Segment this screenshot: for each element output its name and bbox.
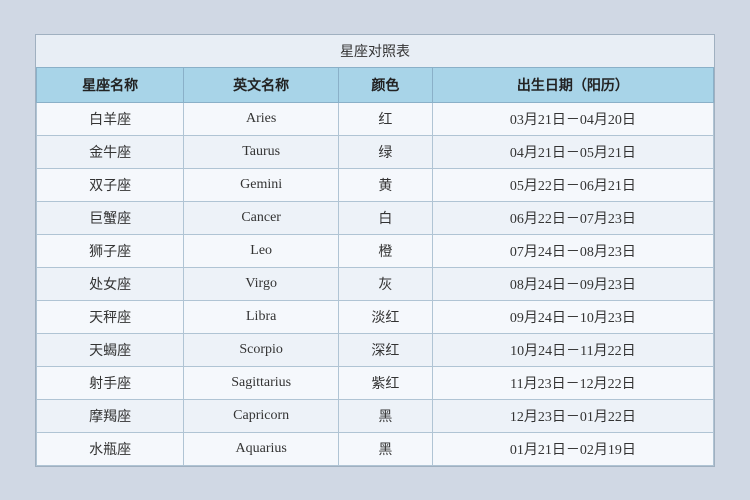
table-row: 双子座Gemini黄05月22日－06月21日 <box>37 168 714 201</box>
header-dates: 出生日期（阳历） <box>432 67 713 102</box>
cell-color: 绿 <box>339 135 433 168</box>
cell-dates: 01月21日－02月19日 <box>432 432 713 465</box>
cell-chinese: 金牛座 <box>37 135 184 168</box>
header-english: 英文名称 <box>184 67 339 102</box>
table-row: 金牛座Taurus绿04月21日－05月21日 <box>37 135 714 168</box>
cell-dates: 11月23日－12月22日 <box>432 366 713 399</box>
cell-color: 黑 <box>339 399 433 432</box>
table-row: 摩羯座Capricorn黑12月23日－01月22日 <box>37 399 714 432</box>
cell-dates: 08月24日－09月23日 <box>432 267 713 300</box>
cell-chinese: 处女座 <box>37 267 184 300</box>
table-row: 白羊座Aries红03月21日－04月20日 <box>37 102 714 135</box>
cell-color: 白 <box>339 201 433 234</box>
cell-english: Virgo <box>184 267 339 300</box>
cell-english: Taurus <box>184 135 339 168</box>
table-row: 处女座Virgo灰08月24日－09月23日 <box>37 267 714 300</box>
cell-dates: 09月24日－10月23日 <box>432 300 713 333</box>
cell-color: 淡红 <box>339 300 433 333</box>
cell-chinese: 巨蟹座 <box>37 201 184 234</box>
cell-chinese: 摩羯座 <box>37 399 184 432</box>
cell-chinese: 天秤座 <box>37 300 184 333</box>
header-color: 颜色 <box>339 67 433 102</box>
cell-english: Gemini <box>184 168 339 201</box>
table-row: 巨蟹座Cancer白06月22日－07月23日 <box>37 201 714 234</box>
table-row: 狮子座Leo橙07月24日－08月23日 <box>37 234 714 267</box>
cell-color: 黑 <box>339 432 433 465</box>
cell-english: Scorpio <box>184 333 339 366</box>
table-row: 水瓶座Aquarius黑01月21日－02月19日 <box>37 432 714 465</box>
cell-dates: 05月22日－06月21日 <box>432 168 713 201</box>
zodiac-table: 星座名称 英文名称 颜色 出生日期（阳历） 白羊座Aries红03月21日－04… <box>36 67 714 466</box>
main-container: 星座对照表 星座名称 英文名称 颜色 出生日期（阳历） 白羊座Aries红03月… <box>35 34 715 467</box>
cell-chinese: 水瓶座 <box>37 432 184 465</box>
cell-chinese: 狮子座 <box>37 234 184 267</box>
cell-dates: 10月24日－11月22日 <box>432 333 713 366</box>
cell-dates: 07月24日－08月23日 <box>432 234 713 267</box>
cell-color: 灰 <box>339 267 433 300</box>
header-chinese: 星座名称 <box>37 67 184 102</box>
cell-color: 红 <box>339 102 433 135</box>
cell-dates: 12月23日－01月22日 <box>432 399 713 432</box>
cell-chinese: 天蝎座 <box>37 333 184 366</box>
page-title: 星座对照表 <box>36 35 714 67</box>
cell-english: Aries <box>184 102 339 135</box>
cell-color: 深红 <box>339 333 433 366</box>
cell-dates: 06月22日－07月23日 <box>432 201 713 234</box>
cell-english: Aquarius <box>184 432 339 465</box>
cell-english: Leo <box>184 234 339 267</box>
cell-color: 橙 <box>339 234 433 267</box>
cell-color: 黄 <box>339 168 433 201</box>
cell-english: Capricorn <box>184 399 339 432</box>
table-header-row: 星座名称 英文名称 颜色 出生日期（阳历） <box>37 67 714 102</box>
cell-chinese: 双子座 <box>37 168 184 201</box>
table-row: 天蝎座Scorpio深红10月24日－11月22日 <box>37 333 714 366</box>
cell-english: Sagittarius <box>184 366 339 399</box>
cell-chinese: 白羊座 <box>37 102 184 135</box>
cell-dates: 03月21日－04月20日 <box>432 102 713 135</box>
table-row: 射手座Sagittarius紫红11月23日－12月22日 <box>37 366 714 399</box>
cell-dates: 04月21日－05月21日 <box>432 135 713 168</box>
cell-english: Libra <box>184 300 339 333</box>
cell-english: Cancer <box>184 201 339 234</box>
cell-color: 紫红 <box>339 366 433 399</box>
cell-chinese: 射手座 <box>37 366 184 399</box>
table-row: 天秤座Libra淡红09月24日－10月23日 <box>37 300 714 333</box>
